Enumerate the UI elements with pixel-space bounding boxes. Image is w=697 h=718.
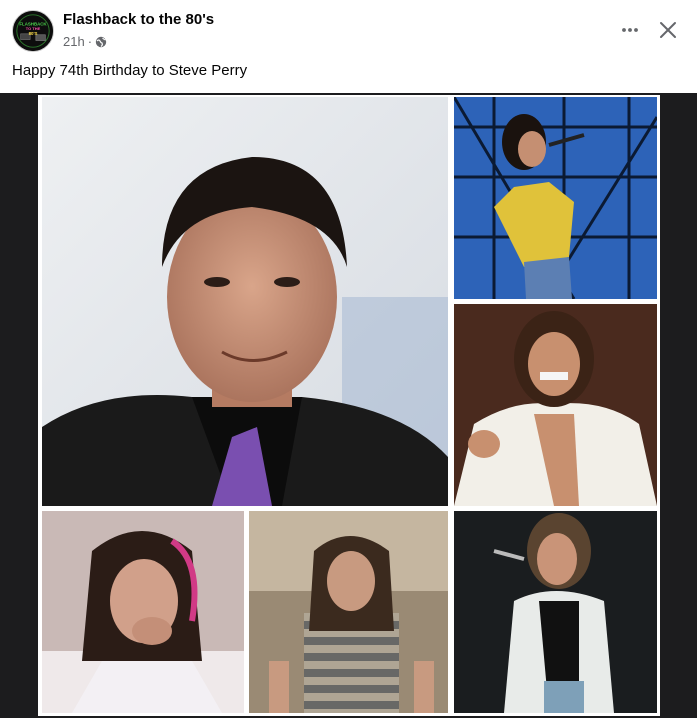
facebook-post: FLASHBACK TO THE 80'S Flashback to the 8…	[0, 0, 697, 718]
more-horizontal-icon	[622, 28, 638, 32]
page-avatar[interactable]: FLASHBACK TO THE 80'S	[12, 10, 54, 52]
post-timestamp[interactable]: 21h	[63, 34, 85, 49]
post-meta: 21h ·	[63, 34, 107, 49]
post-media[interactable]	[0, 93, 697, 718]
meta-separator: ·	[87, 34, 93, 49]
avatar-logo-line-3: 80'S	[29, 31, 38, 36]
close-icon	[660, 22, 676, 38]
page-name-link[interactable]: Flashback to the 80's	[63, 11, 214, 28]
post-header: FLASHBACK TO THE 80'S Flashback to the 8…	[0, 0, 697, 60]
more-options-button[interactable]	[612, 12, 648, 48]
photo-white-jacket[interactable]	[454, 304, 657, 506]
globe-icon[interactable]	[95, 36, 107, 48]
close-button[interactable]	[650, 12, 686, 48]
post-caption: Happy 74th Birthday to Steve Perry	[12, 62, 248, 79]
photo-main-portrait[interactable]	[42, 97, 448, 506]
photo-collage[interactable]	[38, 95, 660, 716]
photo-concert-scaffolding[interactable]	[454, 97, 657, 299]
photo-striped-shirt[interactable]	[249, 511, 448, 713]
photo-hand-on-chin[interactable]	[42, 511, 244, 713]
avatar-logo: FLASHBACK TO THE 80'S	[13, 11, 53, 51]
photo-vest-microphone[interactable]	[454, 511, 657, 713]
